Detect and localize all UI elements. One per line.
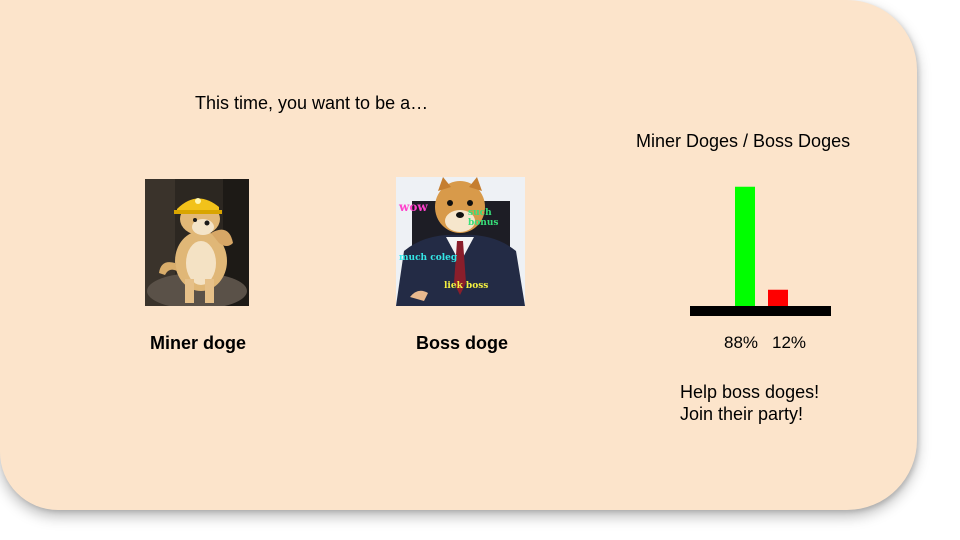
cta-line-1: Help boss doges!	[680, 382, 820, 402]
bar-chart	[690, 186, 831, 316]
poll-card: This time, you want to be a… Miner doge	[0, 0, 917, 510]
cta-line-2: Join their party!	[680, 404, 804, 424]
boss-caption-such-bonus: such bonus	[468, 208, 499, 228]
boss-caption-wow: wow	[399, 200, 428, 214]
miner-doge-image[interactable]	[145, 179, 249, 306]
poll-prompt: This time, you want to be a…	[195, 93, 429, 113]
miner-percent-label: 88%	[724, 333, 759, 352]
miner-doge-photo	[145, 179, 249, 306]
boss-doge-label[interactable]: Boss doge	[416, 333, 508, 354]
boss-doge-image[interactable]: wow such bonus much coleg liek boss	[396, 177, 525, 306]
chart-title: Miner Doges / Boss Doges	[636, 131, 851, 151]
bar-boss-doges	[768, 289, 788, 306]
boss-caption-much-coleg: much coleg	[399, 253, 458, 263]
chart-baseline	[690, 306, 831, 316]
bar-miner-doges	[735, 186, 755, 306]
boss-percent-label: 12%	[772, 333, 807, 352]
miner-doge-label[interactable]: Miner doge	[150, 333, 246, 354]
boss-caption-liek-boss: liek boss	[444, 281, 489, 291]
